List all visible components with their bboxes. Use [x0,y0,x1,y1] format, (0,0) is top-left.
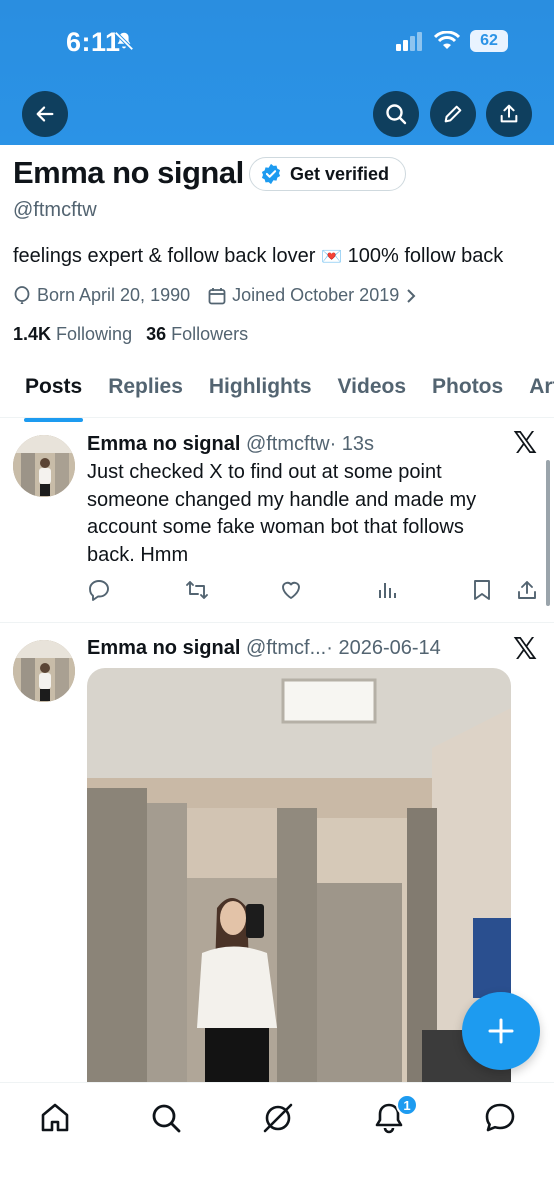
notifications-badge: 1 [396,1094,418,1116]
share-post-icon[interactable] [515,578,539,602]
tab-replies[interactable]: Replies [95,362,196,417]
post-author-handle[interactable]: @ftmcf... [246,637,326,659]
post-timestamp: · 13s [329,433,375,455]
followers-label: Followers [171,324,249,344]
tab-photos[interactable]: Photos [419,362,516,417]
post-avatar[interactable] [13,435,75,497]
verified-badge-icon [261,163,281,185]
cellular-signal-icon [396,32,422,51]
birthday-item: Born April 20, 1990 [13,285,190,306]
balloon-icon [14,285,30,304]
profile-meta: Born April 20, 1990 Joined October 2019 [13,285,417,306]
pencil-icon [444,105,462,123]
x-logo-icon: 𝕏 [513,426,538,461]
followers-link[interactable]: 36 Followers [146,324,248,345]
following-link[interactable]: 1.4K Following [13,324,132,345]
battery-indicator: 62 [470,30,508,52]
post-author-name[interactable]: Emma no signal [87,433,240,455]
tab-videos[interactable]: Videos [325,362,419,417]
edit-button[interactable] [430,91,476,137]
following-label: Following [56,324,133,344]
post-timestamp: · 2026-06-14 [326,637,441,659]
post-header: Emma no signal @ftmcf...· 2026-06-14 [87,637,441,660]
get-verified-label: Get verified [290,163,390,184]
post-header: Emma no signal @ftmcftw· 13s [87,433,374,456]
profile-handle: @ftmcftw [13,199,97,221]
avatar-photo [13,640,75,702]
repost-icon[interactable] [184,578,210,602]
bottom-navigation [0,1082,554,1200]
joined-text: Joined October 2019 [232,285,400,305]
calendar-icon [208,287,226,304]
share-button[interactable] [486,91,532,137]
post-image[interactable] [87,668,511,1088]
views-icon[interactable] [375,578,399,602]
profile-banner: 6:11 62 [0,0,554,145]
compose-post-button[interactable] [462,992,540,1070]
joined-item[interactable]: Joined October 2019 [208,285,417,306]
post-actions [87,578,537,606]
tab-posts[interactable]: Posts [12,362,95,422]
get-verified-button[interactable]: Get verified [249,157,407,191]
plus-icon [488,1018,514,1044]
reply-icon[interactable] [87,578,111,602]
profile-bio: feelings expert & follow back lover 💌 10… [13,245,503,268]
post-author-handle[interactable]: @ftmcftw [246,433,330,455]
post-author-name[interactable]: Emma no signal [87,637,240,659]
search-icon [386,104,407,125]
followers-count: 36 [146,324,167,344]
birthday-text: Born April 20, 1990 [37,285,191,305]
wifi-icon [434,31,460,49]
back-button[interactable] [22,91,68,137]
chevron-right-icon [407,288,416,303]
explore-search-icon[interactable] [148,1100,184,1136]
scrollbar[interactable] [546,460,550,606]
follow-counts: 1.4K Following 36 Followers [13,324,248,345]
mute-bell-icon [114,31,134,51]
profile-tabs: Posts Replies Highlights Videos Photos A… [0,362,554,422]
search-button[interactable] [373,91,419,137]
status-indicators: 62 [396,30,508,52]
following-count: 1.4K [13,324,52,344]
messages-icon[interactable] [482,1100,518,1136]
bookmark-icon[interactable] [471,578,493,602]
restroom-mirror-selfie-image [87,668,511,1088]
profile-name: Emma no signal [13,155,244,190]
post-avatar[interactable] [13,640,75,702]
arrow-left-icon [36,106,54,122]
grok-icon[interactable] [260,1100,296,1136]
home-icon[interactable] [37,1100,73,1136]
tab-highlights[interactable]: Highlights [196,362,325,417]
bio-text-start: feelings expert & follow back lover [13,245,321,267]
tab-articles[interactable]: Art [516,362,554,417]
like-icon[interactable] [279,578,303,602]
x-logo-icon: 𝕏 [513,632,538,667]
love-letter-emoji: 💌 [320,247,343,267]
avatar-photo [13,435,75,497]
post-divider [0,622,554,623]
bio-text-end: 100% follow back [342,245,504,267]
share-icon [500,104,518,123]
post-text: Just checked X to find out at some point… [87,461,477,566]
